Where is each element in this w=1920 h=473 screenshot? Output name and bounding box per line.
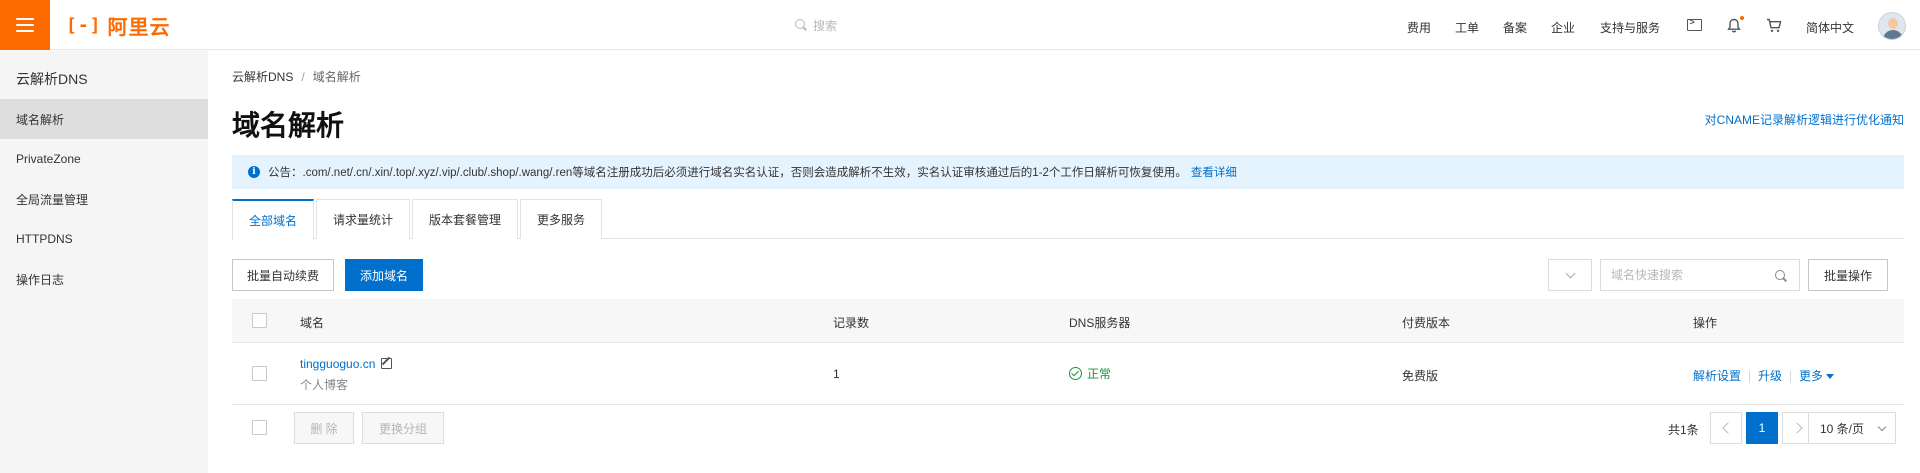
prev-page-button[interactable] [1710,412,1742,444]
sidebar-item-operation-log[interactable]: 操作日志 [0,259,208,299]
page-size-value: 10 条/页 [1820,421,1865,436]
more-label: 更多 [1799,369,1824,383]
domain-name-link[interactable]: tingguoguo.cn [300,357,375,371]
search-icon [795,19,807,31]
search-icon[interactable] [1775,270,1787,282]
sidebar-item-httpdns[interactable]: HTTPDNS [0,219,208,259]
check-circle-icon [1069,367,1082,380]
cart-icon [1767,18,1782,32]
tab-bar: 全部域名 请求量统计 版本套餐管理 更多服务 [232,199,1904,240]
nav-fees[interactable]: 费用 [1407,19,1431,36]
table-row: tingguoguo.cn 个人博客 1 正常 免费版 解析设置 升级 更多 [232,343,1904,405]
notification-dot [1740,16,1744,20]
record-count: 1 [833,367,840,381]
breadcrumb: 云解析DNS / 域名解析 [232,70,361,84]
change-group-button[interactable]: 更换分组 [362,412,444,444]
chevron-down-icon [1565,268,1575,278]
domain-cell: tingguoguo.cn [300,357,393,371]
bell-icon [1727,18,1741,32]
notifications-button[interactable] [1726,16,1744,33]
resolution-settings-link[interactable]: 解析设置 [1693,369,1741,383]
add-domain-button[interactable]: 添加域名 [345,259,423,291]
chevron-left-icon [1721,424,1732,432]
sidebar: 云解析DNS 域名解析 PrivateZone 全局流量管理 HTTPDNS 操… [0,51,208,473]
info-icon: i [248,166,260,178]
menu-icon [16,18,34,32]
terminal-icon [1686,17,1702,31]
nav-enterprise[interactable]: 企业 [1551,19,1575,36]
delete-button[interactable]: 删 除 [294,412,354,444]
tab-edition-management[interactable]: 版本套餐管理 [412,199,519,239]
header-dns-server: DNS服务器 [1069,316,1131,330]
announcement-banner: i 公告：.com/.net/.cn/.xin/.top/.xyz/.vip/.… [232,155,1904,189]
nav-tickets[interactable]: 工单 [1455,19,1479,36]
logo-mark-icon: [-] [66,14,102,36]
tab-request-stats[interactable]: 请求量统计 [316,199,411,239]
pagination-total: 共1条 [1668,423,1699,437]
group-filter-dropdown[interactable] [1548,259,1592,291]
cloud-shell-button[interactable] [1686,17,1702,33]
header-domain: 域名 [300,316,325,330]
row-checkbox[interactable] [252,366,267,381]
user-avatar[interactable] [1878,12,1906,40]
announcement-details-link[interactable]: 查看详细 [1191,164,1237,180]
breadcrumb-root[interactable]: 云解析DNS [232,70,293,84]
dns-status-text: 正常 [1087,367,1112,381]
announcement-text: 公告：.com/.net/.cn/.xin/.top/.xyz/.vip/.cl… [268,167,1187,179]
sidebar-item-global-traffic[interactable]: 全局流量管理 [0,179,208,219]
select-all-checkbox[interactable] [252,313,267,328]
nav-icp-filing[interactable]: 备案 [1503,19,1527,36]
global-search[interactable]: 搜索 [795,14,837,36]
sidebar-title: 云解析DNS [16,71,88,87]
top-bar: [-] 阿里云 搜索 费用 工单 备案 企业 支持与服务 简体中文 [0,0,1920,50]
header-paid-edition: 付费版本 [1402,316,1451,330]
dns-status: 正常 [1069,365,1111,382]
sidebar-item-privatezone[interactable]: PrivateZone [0,139,208,179]
table-header: 域名 记录数 DNS服务器 付费版本 操作 [232,299,1904,343]
page-number-button[interactable]: 1 [1746,412,1778,444]
domain-table: 域名 记录数 DNS服务器 付费版本 操作 tingguoguo.cn 个人博客… [232,299,1904,405]
edit-icon[interactable] [381,358,393,369]
cname-notice-link[interactable]: 对CNAME记录解析逻辑进行优化通知 [1705,111,1904,128]
domain-search-input[interactable] [1611,268,1761,282]
domain-search-field[interactable] [1600,259,1800,291]
footer-select-all-checkbox[interactable] [252,420,267,435]
sidebar-item-domain-resolution[interactable]: 域名解析 [0,99,208,139]
upgrade-link[interactable]: 升级 [1758,369,1782,383]
batch-auto-renew-button[interactable]: 批量自动续费 [232,259,334,291]
page-size-select[interactable]: 10 条/页 [1808,412,1896,444]
global-search-placeholder: 搜索 [813,18,838,33]
tab-all-domains[interactable]: 全部域名 [232,199,315,240]
language-switch[interactable]: 简体中文 [1806,19,1854,36]
chevron-right-icon [1793,424,1804,432]
main-content: 云解析DNS / 域名解析 域名解析 对CNAME记录解析逻辑进行优化通知 i 公告… [208,51,1920,473]
batch-operations-button[interactable]: 批量操作 [1808,259,1888,291]
page-title: 域名解析 [232,110,345,141]
row-operations: 解析设置 升级 更多 [1693,367,1835,384]
header-record-count: 记录数 [833,316,870,330]
menu-button[interactable] [0,0,50,50]
paid-edition: 免费版 [1402,369,1439,383]
header-operations: 操作 [1693,316,1718,330]
domain-remark: 个人博客 [300,378,349,392]
logo-text: 阿里云 [107,16,171,39]
aliyun-logo[interactable]: [-] 阿里云 [66,13,171,39]
nav-support[interactable]: 支持与服务 [1600,19,1660,36]
breadcrumb-current: 域名解析 [312,70,361,84]
more-operations-dropdown[interactable]: 更多 [1799,369,1835,383]
chevron-down-icon [1877,422,1887,432]
caret-down-icon [1826,374,1835,380]
cart-button[interactable] [1766,17,1782,33]
tab-more-services[interactable]: 更多服务 [520,199,603,239]
